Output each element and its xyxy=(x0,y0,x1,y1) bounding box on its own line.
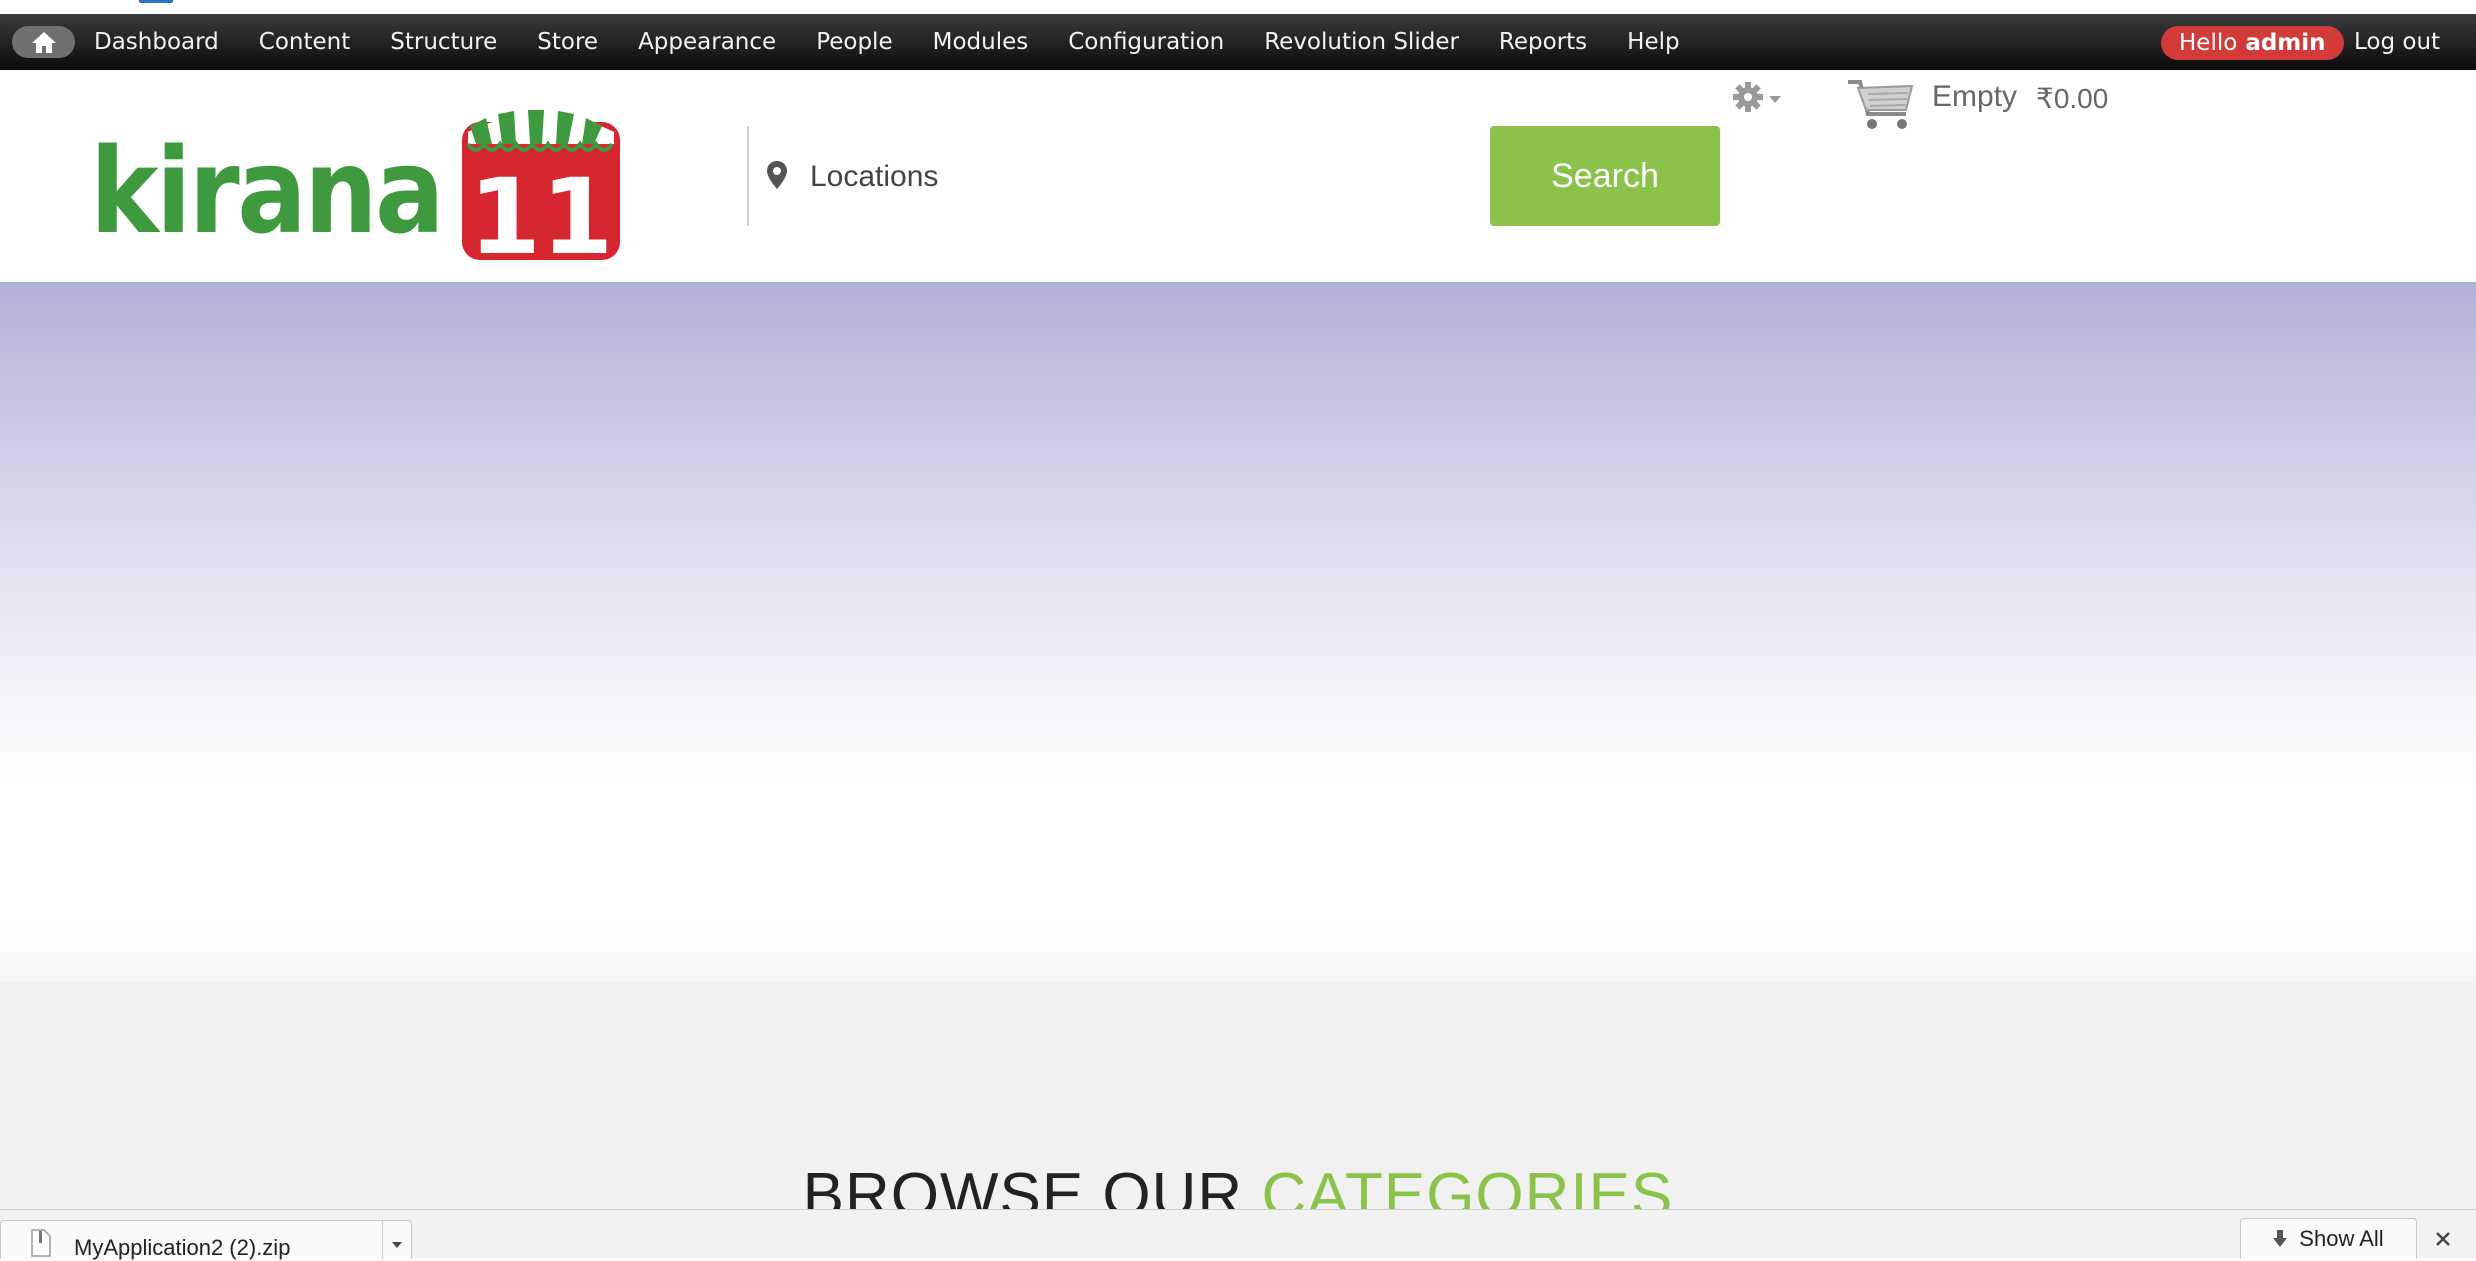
show-all-button[interactable]: Show All xyxy=(2240,1218,2417,1259)
gear-icon[interactable] xyxy=(1731,80,1783,114)
cart-total[interactable]: ₹0.00 xyxy=(2036,82,2108,115)
site-header: kirana 11 Search xyxy=(0,70,2476,282)
admin-toolbar: Dashboard Content Structure Store Appear… xyxy=(0,14,2476,70)
hello-user-badge[interactable]: Hello admin xyxy=(2161,26,2344,60)
menu-item-people[interactable]: People xyxy=(816,29,892,55)
browser-top-strip xyxy=(0,0,2476,14)
search-divider xyxy=(747,126,749,226)
hero-slider[interactable] xyxy=(0,282,2476,982)
search-button[interactable]: Search xyxy=(1490,126,1720,226)
hello-username: admin xyxy=(2245,30,2326,56)
chevron-down-icon[interactable] xyxy=(391,1241,403,1249)
kirana11-logo[interactable]: kirana 11 xyxy=(90,110,625,265)
menu-item-dashboard[interactable]: Dashboard xyxy=(94,29,219,55)
menu-item-reports[interactable]: Reports xyxy=(1499,29,1587,55)
zip-file-icon xyxy=(31,1229,51,1257)
download-separator xyxy=(382,1221,383,1260)
download-item[interactable]: MyApplication2 (2).zip xyxy=(0,1220,412,1260)
home-icon xyxy=(31,32,56,53)
download-file-name: MyApplication2 (2).zip xyxy=(74,1235,291,1260)
menu-item-structure[interactable]: Structure xyxy=(390,29,497,55)
hello-prefix: Hello xyxy=(2179,30,2238,56)
menu-item-revolution-slider[interactable]: Revolution Slider xyxy=(1264,29,1459,55)
menu-item-help[interactable]: Help xyxy=(1627,29,1679,55)
menu-item-content[interactable]: Content xyxy=(259,29,350,55)
menu-item-store[interactable]: Store xyxy=(537,29,598,55)
download-arrow-icon xyxy=(2273,1230,2288,1247)
menu-item-configuration[interactable]: Configuration xyxy=(1068,29,1224,55)
menu-item-modules[interactable]: Modules xyxy=(933,29,1029,55)
logout-link[interactable]: Log out xyxy=(2354,14,2440,70)
svg-text:kirana: kirana xyxy=(90,122,442,260)
admin-menu: Dashboard Content Structure Store Appear… xyxy=(94,14,1720,70)
tab-indicator xyxy=(139,0,173,3)
download-bar: MyApplication2 (2).zip Show All xyxy=(0,1209,2476,1260)
location-input[interactable] xyxy=(810,154,1460,200)
location-pin-icon xyxy=(767,161,787,189)
menu-item-appearance[interactable]: Appearance xyxy=(638,29,776,55)
show-all-label: Show All xyxy=(2299,1226,2384,1251)
cart-status[interactable]: Empty xyxy=(1932,80,2017,114)
close-icon[interactable] xyxy=(2434,1230,2452,1248)
svg-text:11: 11 xyxy=(469,156,614,265)
cart-icon[interactable] xyxy=(1846,76,1916,132)
home-button[interactable] xyxy=(12,26,75,58)
